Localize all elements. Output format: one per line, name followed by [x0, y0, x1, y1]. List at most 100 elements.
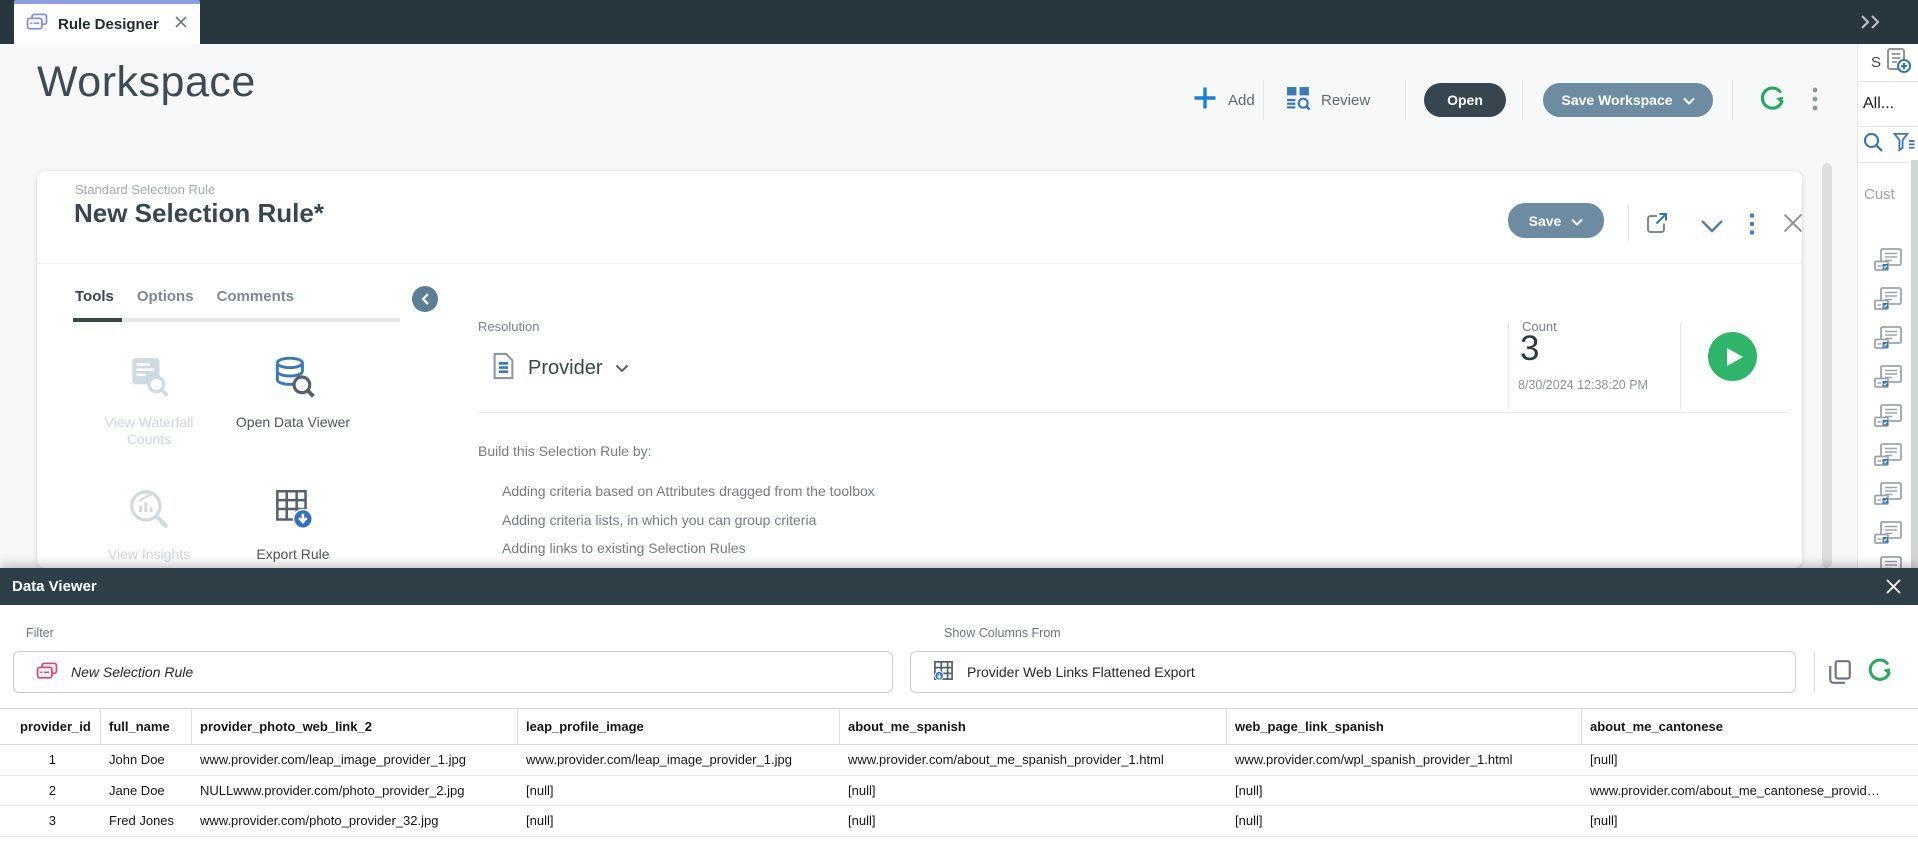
- count-value: 3: [1520, 329, 1539, 369]
- data-viewer-close-icon[interactable]: [1885, 578, 1902, 600]
- table-row[interactable]: 1 John Doe www.provider.com/leap_image_p…: [0, 745, 1918, 776]
- build-hint: Adding criteria lists, in which you can …: [502, 512, 816, 528]
- run-rule-button[interactable]: [1708, 332, 1757, 381]
- rule-tab-strip: Tools Options Comments: [75, 288, 294, 305]
- cell: 2: [0, 783, 101, 798]
- attribute-icon[interactable]: [1874, 248, 1904, 272]
- attribute-icon[interactable]: [1874, 521, 1904, 545]
- table-row[interactable]: 2 Jane Doe NULLwww.provider.com/photo_pr…: [0, 776, 1918, 807]
- chevron-down-icon[interactable]: [1700, 219, 1724, 238]
- column-header[interactable]: provider_id: [0, 709, 101, 744]
- attribute-icon[interactable]: [1874, 404, 1904, 428]
- rule-kebab-icon[interactable]: [1749, 212, 1755, 241]
- divider: [1508, 323, 1509, 409]
- open-data-viewer-tool[interactable]: Open Data Viewer: [227, 354, 359, 431]
- filter-rule-icon: [36, 662, 58, 683]
- tab-close-icon[interactable]: [174, 15, 188, 34]
- save-workspace-button[interactable]: Save Workspace: [1543, 83, 1713, 117]
- data-viewer-icon: [270, 387, 316, 404]
- review-button[interactable]: Review: [1286, 83, 1370, 117]
- cell: [null]: [518, 813, 840, 828]
- column-header[interactable]: about_me_spanish: [840, 709, 1227, 744]
- data-viewer-header: Data Viewer: [0, 568, 1918, 605]
- cell: Jane Doe: [101, 783, 192, 798]
- divider: [1732, 80, 1733, 120]
- attribute-icon[interactable]: [1874, 326, 1904, 350]
- copy-icon[interactable]: [1828, 659, 1852, 690]
- save-button[interactable]: Save: [1508, 203, 1604, 238]
- open-button[interactable]: Open: [1424, 83, 1506, 117]
- collapse-panel-button[interactable]: [412, 286, 438, 312]
- divider: [37, 263, 1802, 264]
- sidebar-group-label: Cust: [1864, 186, 1916, 203]
- tool-label: View Waterfall Counts: [83, 414, 215, 448]
- cell: [null]: [1227, 783, 1582, 798]
- divider: [477, 412, 1790, 413]
- export-rule-tool[interactable]: Export Rule: [227, 486, 359, 563]
- kebab-menu-icon[interactable]: [1812, 86, 1818, 117]
- resolution-entity-name: Provider: [528, 357, 602, 380]
- column-header[interactable]: provider_photo_web_link_2: [192, 709, 518, 744]
- divider: [1522, 80, 1523, 120]
- show-columns-table-icon: [933, 660, 954, 684]
- sidebar-all-row[interactable]: All...: [1858, 82, 1918, 127]
- cell: 3: [0, 813, 101, 828]
- cell: Fred Jones: [101, 813, 192, 828]
- filter-label: Filter: [26, 626, 54, 640]
- sidebar-all-label: All...: [1863, 95, 1894, 113]
- build-hint: Adding links to existing Selection Rules: [502, 540, 746, 556]
- refresh-icon[interactable]: [1758, 86, 1786, 119]
- divider: [1680, 323, 1681, 409]
- sidebar-scrollbar[interactable]: [1911, 160, 1918, 568]
- chevron-left-icon: [420, 292, 430, 306]
- add-button[interactable]: Add: [1192, 83, 1255, 117]
- show-columns-input[interactable]: Provider Web Links Flattened Export: [910, 651, 1796, 693]
- filter-list-icon[interactable]: [1893, 132, 1916, 157]
- tab-rule-designer[interactable]: Rule Designer: [14, 0, 200, 44]
- tab-tools[interactable]: Tools: [75, 288, 114, 305]
- divider: [1628, 205, 1629, 241]
- rule-close-icon[interactable]: [1782, 212, 1802, 239]
- cell: www.provider.com/leap_image_provider_1.j…: [192, 752, 518, 767]
- tab-title: Rule Designer: [58, 16, 174, 33]
- cell: www.provider.com/about_me_cantonese_prov…: [1582, 783, 1918, 798]
- column-header[interactable]: leap_profile_image: [518, 709, 840, 744]
- search-icon[interactable]: [1863, 132, 1884, 158]
- column-header[interactable]: web_page_link_spanish: [1227, 709, 1582, 744]
- view-insights-tool: View Insights: [83, 486, 215, 563]
- data-viewer-refresh-icon[interactable]: [1866, 658, 1893, 690]
- document-add-icon[interactable]: [1885, 47, 1911, 78]
- tab-comments[interactable]: Comments: [217, 288, 295, 305]
- attribute-icon[interactable]: [1874, 443, 1904, 467]
- cell: www.provider.com/leap_image_provider_1.j…: [518, 752, 840, 767]
- attribute-icon[interactable]: [1874, 365, 1904, 389]
- sidebar-top-label: S: [1871, 54, 1881, 71]
- active-tab-indicator: [73, 318, 122, 322]
- attribute-icon[interactable]: [1874, 482, 1904, 506]
- column-header[interactable]: about_me_cantonese: [1582, 709, 1918, 744]
- rule-designer-tab-icon: [26, 13, 48, 36]
- main-scrollbar[interactable]: [1822, 163, 1832, 568]
- show-columns-value: Provider Web Links Flattened Export: [967, 664, 1195, 680]
- divider: [1405, 80, 1406, 120]
- chevrons-right-icon[interactable]: [1858, 13, 1886, 36]
- data-viewer-table: provider_id full_name provider_photo_web…: [0, 708, 1918, 837]
- tool-label: Export Rule: [227, 546, 359, 563]
- open-in-new-icon[interactable]: [1645, 211, 1669, 240]
- cell: [null]: [518, 783, 840, 798]
- table-row[interactable]: 3 Fred Jones www.provider.com/photo_prov…: [0, 806, 1918, 837]
- add-plus-icon: [1192, 85, 1218, 115]
- sidebar-search-row: [1858, 127, 1918, 163]
- tab-underline-track: [73, 318, 400, 322]
- rule-title: New Selection Rule*: [74, 198, 324, 229]
- filter-input[interactable]: New Selection Rule: [13, 651, 893, 693]
- attribute-icon[interactable]: [1874, 287, 1904, 311]
- resolution-label: Resolution: [478, 319, 539, 334]
- column-header[interactable]: full_name: [101, 709, 192, 744]
- tab-options[interactable]: Options: [137, 288, 194, 305]
- save-workspace-label: Save Workspace: [1561, 92, 1672, 108]
- resolution-entity-dropdown[interactable]: Provider: [492, 352, 629, 385]
- export-rule-icon: [270, 519, 316, 536]
- sidebar-sources-row[interactable]: S: [1858, 44, 1918, 82]
- data-viewer-panel: Data Viewer Filter New Selection Rule Sh…: [0, 568, 1918, 847]
